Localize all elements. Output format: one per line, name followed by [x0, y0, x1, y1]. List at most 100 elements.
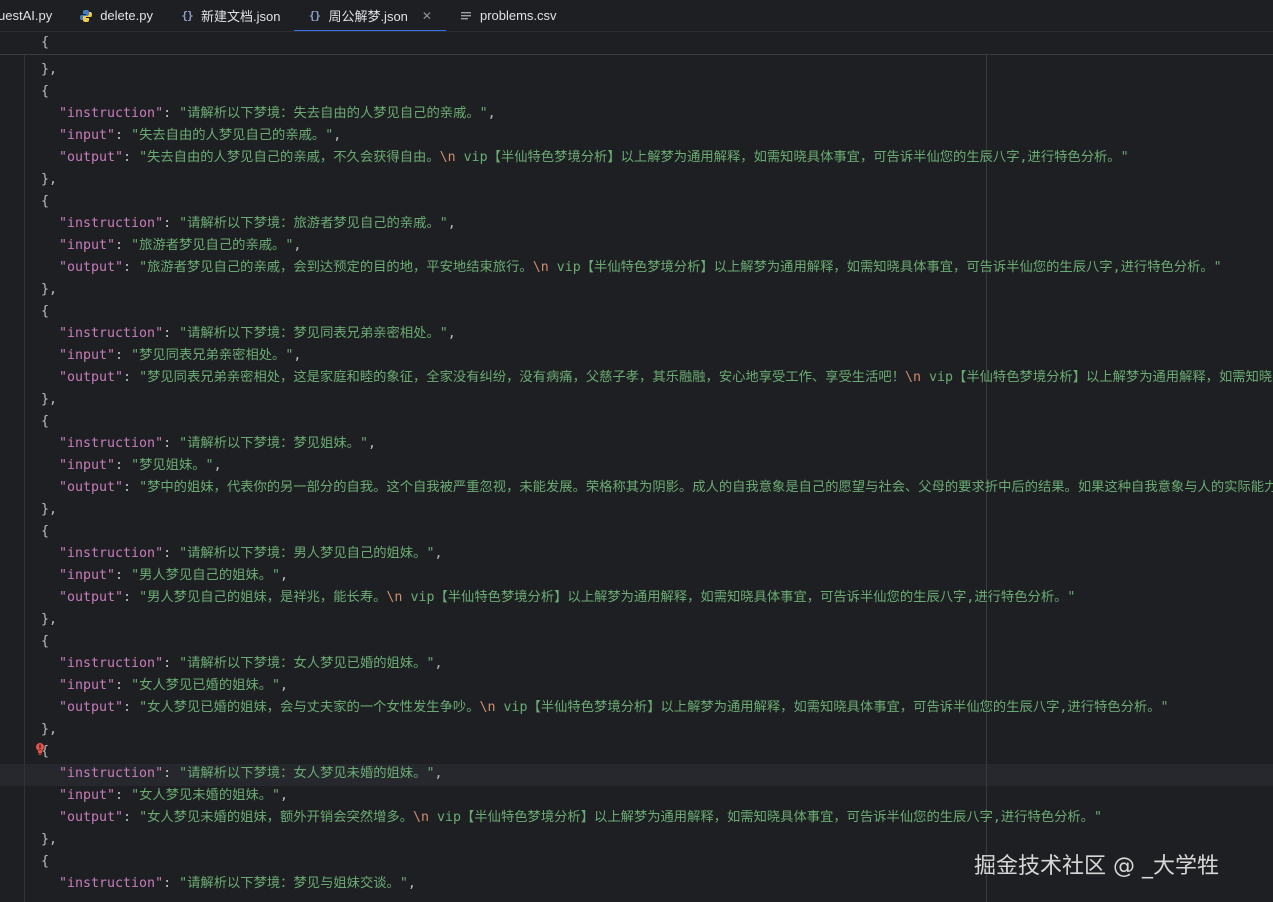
- colon: :: [115, 568, 132, 583]
- json-string-value: "女人梦见已婚的姐妹。": [131, 678, 281, 693]
- colon: :: [115, 678, 132, 693]
- lightbulb-icon[interactable]: [34, 742, 46, 756]
- code-line: "input": "旅游者梦见自己的亲戚。",: [0, 235, 301, 257]
- code-line: "instruction": "请解析以下梦境：梦见同表兄弟亲密相处。",: [0, 323, 456, 345]
- json-string-value: "梦见姐妹。": [131, 458, 214, 473]
- escape-sequence: \n: [532, 260, 549, 275]
- json-key: "input": [59, 238, 116, 253]
- json-string-value: "女人梦见未婚的姐妹。": [131, 788, 281, 803]
- colon: :: [163, 546, 180, 561]
- comma: ,: [367, 436, 376, 451]
- code-line: "instruction": "请解析以下梦境：梦见与姐妹交谈。",: [0, 873, 416, 895]
- opening-brace: {: [41, 304, 50, 319]
- json-string-value: "梦中的姐妹，代表你的另一部分的自我。这个自我被严重忽视，未能发展。荣格称其为阴…: [139, 480, 1273, 495]
- comma: ,: [407, 876, 416, 891]
- closing-brace: },: [41, 612, 58, 627]
- code-line: "input": "失去自由的人梦见自己的亲戚。",: [0, 125, 341, 147]
- json-string-value: "梦见同表兄弟亲密相处，这是家庭和睦的象征，全家没有纠纷，没有病痛，父慈子孝，其…: [139, 370, 905, 385]
- json-string-value: "女人梦见已婚的姐妹，会与丈夫家的一个女性发生争吵。: [139, 700, 480, 715]
- escape-sequence: \n: [386, 590, 403, 605]
- code-line: "instruction": "请解析以下梦境：失去自由的人梦见自己的亲戚。",: [0, 103, 496, 125]
- json-string-value: "失去自由的人梦见自己的亲戚。": [131, 128, 334, 143]
- colon: :: [163, 216, 180, 231]
- code-line: },: [0, 389, 57, 411]
- comma: ,: [293, 238, 302, 253]
- colon: :: [115, 238, 132, 253]
- json-string-value: "失去自由的人梦见自己的亲戚，不久会获得自由。: [139, 150, 440, 165]
- json-key: "input": [59, 128, 116, 143]
- json-key: "instruction": [59, 766, 164, 781]
- tab-label: 周公解梦.json: [328, 9, 408, 24]
- tab-label: 新建文档.json: [200, 9, 281, 24]
- json-key: "instruction": [59, 656, 164, 671]
- colon: :: [163, 436, 180, 451]
- json-string-value: vip【半仙特色梦境分析】以上解梦为通用解释，如需知晓具体: [921, 370, 1273, 385]
- json-string-value: vip【半仙特色梦境分析】以上解梦为通用解释，如需知晓具体事宜，可告诉半仙您的生…: [402, 590, 1076, 605]
- json-key: "input": [59, 568, 116, 583]
- json-string-value: "请解析以下梦境：梦见与姐妹交谈。": [179, 876, 408, 891]
- code-line: "instruction": "请解析以下梦境：男人梦见自己的姐妹。",: [0, 543, 442, 565]
- colon: :: [123, 700, 140, 715]
- code-line: {: [0, 411, 49, 433]
- comma: ,: [434, 766, 443, 781]
- code-line: "output": "失去自由的人梦见自己的亲戚，不久会获得自由。\n vip【…: [0, 147, 1129, 169]
- code-line: {: [41, 35, 50, 50]
- tab-delete-py[interactable]: delete.py: [66, 0, 167, 31]
- opening-brace: {: [41, 194, 50, 209]
- code-line: },: [0, 609, 57, 631]
- json-string-value: "请解析以下梦境：梦见同表兄弟亲密相处。": [179, 326, 448, 341]
- colon: :: [115, 458, 132, 473]
- code-line: },: [0, 499, 57, 521]
- csv-lines-icon: [458, 8, 474, 24]
- json-string-value: "女人梦见未婚的姐妹，额外开销会突然增多。: [139, 810, 414, 825]
- colon: :: [123, 150, 140, 165]
- code-line: },: [0, 59, 57, 81]
- opening-brace: {: [41, 854, 50, 869]
- tab-questai-py[interactable]: uestAI.py: [0, 0, 66, 31]
- code-line: "output": "女人梦见未婚的姐妹，额外开销会突然增多。\n vip【半仙…: [0, 807, 1102, 829]
- comma: ,: [280, 568, 289, 583]
- colon: :: [123, 370, 140, 385]
- colon: :: [115, 348, 132, 363]
- json-braces-icon: {}: [181, 9, 193, 22]
- json-string-value: "请解析以下梦境：梦见姐妹。": [179, 436, 368, 451]
- json-key: "output": [59, 150, 124, 165]
- opening-brace: {: [41, 84, 50, 99]
- json-string-value: "旅游者梦见自己的亲戚，会到达预定的目的地，平安地结束旅行。: [139, 260, 533, 275]
- code-line: },: [0, 829, 57, 851]
- json-string-value: vip【半仙特色梦境分析】以上解梦为通用解释，如需知晓具体事宜，可告诉半仙您的生…: [455, 150, 1129, 165]
- tab-new-doc-json[interactable]: {} 新建文档.json: [167, 0, 294, 31]
- json-string-value: "男人梦见自己的姐妹，是祥兆，能长寿。: [139, 590, 387, 605]
- opening-brace: {: [41, 634, 50, 649]
- watermark: 掘金技术社区 @ _大学牲: [974, 854, 1219, 879]
- json-string-value: "请解析以下梦境：女人梦见已婚的姐妹。": [179, 656, 435, 671]
- close-icon[interactable]: ✕: [422, 9, 432, 23]
- closing-brace: },: [41, 502, 58, 517]
- code-editor[interactable]: { }, {"instruction": "请解析以下梦境：失去自由的人梦见自己的…: [0, 32, 1273, 902]
- closing-brace: },: [41, 722, 58, 737]
- code-line: {: [0, 631, 49, 653]
- json-key: "output": [59, 590, 124, 605]
- json-key: "output": [59, 370, 124, 385]
- code-line: "instruction": "请解析以下梦境：梦见姐妹。",: [0, 433, 376, 455]
- code-line: "instruction": "请解析以下梦境：女人梦见已婚的姐妹。",: [0, 653, 442, 675]
- json-key: "input": [59, 348, 116, 363]
- json-key: "instruction": [59, 216, 164, 231]
- closing-brace: },: [41, 172, 58, 187]
- code-line: "instruction": "请解析以下梦境：女人梦见未婚的姐妹。",: [0, 763, 442, 785]
- code-line: "input": "男人梦见自己的姐妹。",: [0, 565, 288, 587]
- json-string-value: vip【半仙特色梦境分析】以上解梦为通用解释，如需知晓具体事宜，可告诉半仙您的生…: [495, 700, 1169, 715]
- escape-sequence: \n: [905, 370, 922, 385]
- tab-problems-csv[interactable]: problems.csv: [446, 0, 571, 31]
- json-key: "output": [59, 810, 124, 825]
- tab-zhougong-json[interactable]: {} 周公解梦.json ✕: [294, 0, 446, 31]
- json-string-value: "男人梦见自己的姐妹。": [131, 568, 281, 583]
- colon: :: [123, 810, 140, 825]
- comma: ,: [434, 546, 443, 561]
- code-line: {: [0, 521, 49, 543]
- closing-brace: },: [41, 832, 58, 847]
- json-key: "input": [59, 678, 116, 693]
- code-line: },: [0, 279, 57, 301]
- code-line: "output": "女人梦见已婚的姐妹，会与丈夫家的一个女性发生争吵。\n v…: [0, 697, 1169, 719]
- closing-brace: },: [41, 282, 58, 297]
